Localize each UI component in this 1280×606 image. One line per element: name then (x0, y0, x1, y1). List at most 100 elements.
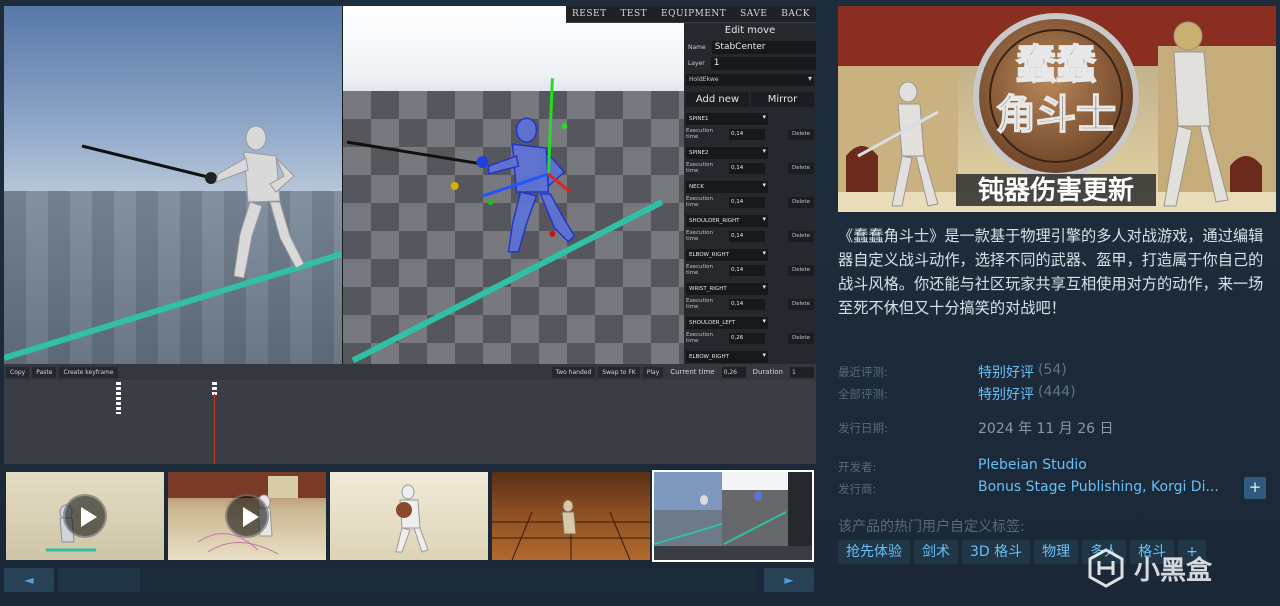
capsule-banner: 钝器伤害更新 (978, 175, 1134, 206)
create-keyframe-button[interactable]: Create keyframe (59, 366, 118, 378)
delete-button[interactable]: Delete (788, 332, 814, 344)
timeline-track[interactable] (4, 380, 816, 464)
recent-reviews-row: 最近评测: 特别好评 (54) (838, 362, 1067, 382)
capsule-logo-line2: 角斗士 (996, 92, 1116, 138)
watermark: 小黑盒 (1086, 548, 1212, 588)
delete-button[interactable]: Delete (788, 128, 814, 140)
all-reviews-label: 全部评测: (838, 387, 888, 401)
duration-label: Duration (752, 368, 783, 376)
timeline-cursor[interactable] (214, 394, 215, 464)
execution-time-field[interactable]: 0,14 (729, 264, 765, 276)
delete-button[interactable]: Delete (788, 162, 814, 174)
bone-dropdown[interactable]: SHOULDER_RIGHT (686, 215, 768, 227)
layer-field[interactable]: 1 (710, 56, 816, 70)
duration-field[interactable]: 1 (790, 366, 814, 378)
swap-fk-button[interactable]: Swap to FK (598, 366, 640, 378)
developer-link[interactable]: Plebeian Studio (978, 457, 1087, 475)
paste-button[interactable]: Paste (32, 366, 57, 378)
current-time-field[interactable]: 0,26 (721, 366, 746, 378)
execution-time-field[interactable]: 0,14 (729, 196, 765, 208)
bone-dropdown[interactable]: SPINE1 (686, 113, 768, 125)
name-field[interactable]: StabCenter (711, 40, 816, 54)
execution-time-field[interactable]: 0,26 (729, 332, 765, 344)
copy-button[interactable]: Copy (6, 366, 30, 378)
thumbnail-4[interactable] (492, 472, 650, 560)
recent-reviews-count: (54) (1038, 362, 1067, 378)
publisher-link[interactable]: Bonus Stage Publishing, Korgi Di... (978, 479, 1219, 497)
slider-thumb[interactable] (58, 568, 140, 592)
developer-row: 开发者: Plebeian Studio (838, 457, 1087, 475)
edit-move-panel: Edit move Name StabCenter Layer 1 HoldEk… (684, 23, 816, 364)
delete-button[interactable]: Delete (788, 298, 814, 310)
current-time-label: Current time (670, 368, 715, 376)
menu-equipment[interactable]: EQUIPMENT (655, 6, 732, 22)
main-screenshot[interactable]: RESET TEST EQUIPMENT SAVE BACK Edit move… (4, 6, 816, 464)
right-viewport (342, 6, 684, 364)
bone-row: WRIST_RIGHT Execution time 0,14 Delete (684, 281, 816, 315)
bone-list: SPINE1 Execution time 0,14 Delete SPINE2 Exec… (684, 111, 816, 364)
tag-physics[interactable]: 物理 (1034, 540, 1079, 564)
play-button[interactable]: Play (642, 366, 664, 378)
keyframe-marker[interactable] (116, 382, 121, 414)
thumbnail-art-3 (395, 484, 429, 553)
execution-time-label: Execution time (686, 162, 713, 174)
layer-label: Layer (688, 59, 705, 67)
execution-time-label: Execution time (686, 332, 713, 344)
hold-item-dropdown[interactable]: HoldEkwe (686, 74, 814, 86)
publisher-expand-button[interactable]: + (1244, 477, 1266, 499)
execution-time-field[interactable]: 0,14 (729, 230, 765, 242)
watermark-text: 小黑盒 (1134, 555, 1213, 586)
slider-left-arrow[interactable]: ◄ (4, 568, 54, 592)
thumbnail-video-2[interactable] (168, 472, 326, 560)
thumbnail-3[interactable] (330, 472, 488, 560)
release-date-value: 2024 年 11 月 26 日 (978, 421, 1114, 437)
delete-button[interactable]: Delete (788, 264, 814, 276)
execution-time-field[interactable]: 0,14 (729, 128, 765, 140)
bone-dropdown[interactable]: SPINE2 (686, 147, 768, 159)
panel-title: Edit move (724, 25, 776, 36)
mannequin-scene-left (4, 125, 342, 361)
slider-track[interactable] (58, 568, 758, 592)
thumbnail-5-active[interactable] (652, 470, 814, 562)
bone-row: ELBOW_RIGHT Execution time 0,14 Delete (684, 247, 816, 281)
execution-time-field[interactable]: 0,14 (729, 162, 765, 174)
thumbnail-art-5 (654, 472, 812, 560)
bone-dropdown[interactable]: ELBOW_RIGHT (686, 249, 768, 261)
play-icon (225, 494, 269, 538)
thumbnail-art-4 (492, 499, 650, 560)
publisher-label: 发行商: (838, 482, 877, 496)
execution-time-field[interactable]: 0,14 (729, 298, 765, 310)
two-handed-button[interactable]: Two handed (551, 366, 596, 378)
menu-back[interactable]: BACK (775, 6, 816, 22)
bone-row: SPINE1 Execution time 0,14 Delete (684, 111, 816, 145)
tag-swordplay[interactable]: 剑术 (914, 540, 958, 564)
timeline-toolbar: Copy Paste Create keyframe Two handed Sw… (4, 364, 816, 380)
tag-early-access[interactable]: 抢先体验 (838, 540, 910, 564)
capsule-art: 蠢蠢 角斗士 钝器伤害更新 (838, 6, 1276, 212)
delete-button[interactable]: Delete (788, 230, 814, 242)
release-date-label: 发行日期: (838, 421, 888, 435)
thumbnail-video-1[interactable] (6, 472, 164, 560)
bone-dropdown[interactable]: SHOULDER_LEFT (686, 317, 768, 329)
steam-store-page: RESET TEST EQUIPMENT SAVE BACK Edit move… (0, 0, 1280, 606)
execution-time-label: Execution time (686, 128, 713, 140)
developer-label: 开发者: (838, 460, 877, 474)
bone-dropdown[interactable]: ELBOW_RIGHT (686, 351, 768, 363)
all-reviews-value[interactable]: 特别好评 (978, 384, 1034, 404)
bone-dropdown[interactable]: WRIST_RIGHT (686, 283, 768, 295)
mirror-button[interactable]: Mirror (751, 92, 814, 107)
menu-test[interactable]: TEST (614, 6, 653, 22)
tags-title: 该产品的热门用户自定义标签: (838, 519, 1025, 535)
recent-reviews-label: 最近评测: (838, 365, 888, 379)
menu-save[interactable]: SAVE (734, 6, 773, 22)
delete-button[interactable]: Delete (788, 196, 814, 208)
menu-reset[interactable]: RESET (566, 6, 613, 22)
tag-3d-fighting[interactable]: 3D 格斗 (962, 540, 1031, 564)
bone-dropdown[interactable]: NECK (686, 181, 768, 193)
add-new-button[interactable]: Add new (686, 92, 749, 107)
thumbnail-slider: ◄ ► (4, 568, 816, 592)
bone-row: SPINE2 Execution time 0,14 Delete (684, 145, 816, 179)
recent-reviews-value[interactable]: 特别好评 (978, 362, 1034, 382)
slider-right-arrow[interactable]: ► (764, 568, 814, 592)
execution-time-label: Execution time (686, 298, 713, 310)
